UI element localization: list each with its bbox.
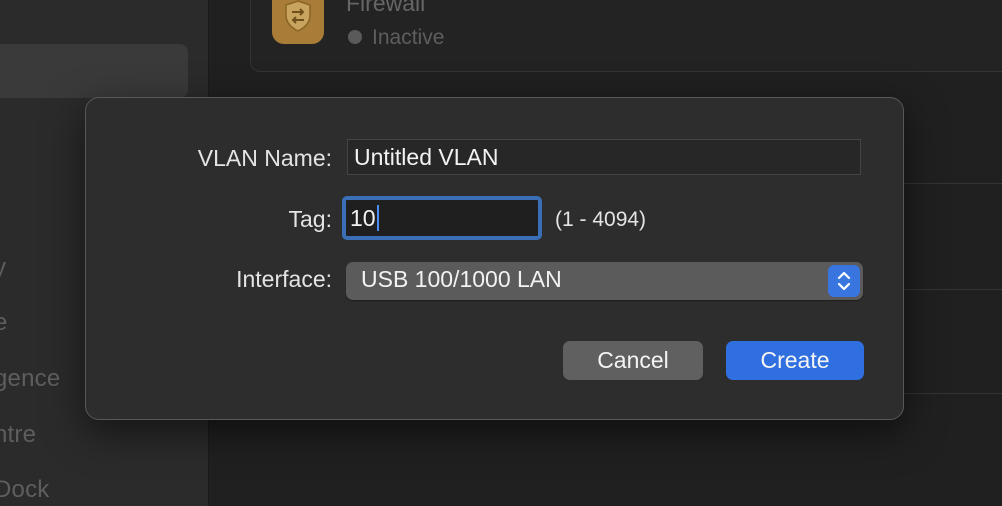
- interface-popup[interactable]: USB 100/1000 LAN: [346, 262, 863, 300]
- row-divider: [900, 183, 1002, 184]
- cancel-button[interactable]: Cancel: [563, 341, 703, 380]
- interface-value: USB 100/1000 LAN: [361, 266, 562, 292]
- status-dot-icon: [348, 30, 362, 44]
- row-divider: [900, 289, 1002, 290]
- vlan-name-value: Untitled VLAN: [354, 144, 499, 170]
- firewall-shield-icon: [272, 0, 324, 44]
- interface-label: Interface:: [236, 266, 332, 292]
- sidebar-item-privacy[interactable]: y: [0, 254, 6, 282]
- tag-range-hint: (1 - 4094): [555, 208, 647, 231]
- text-caret: [376, 205, 379, 231]
- firewall-title: Firewall: [346, 0, 426, 16]
- firewall-status: Inactive: [372, 26, 445, 49]
- tag-value: 10: [350, 204, 376, 231]
- tag-field[interactable]: 10: [342, 196, 542, 240]
- sidebar-selected-item[interactable]: [0, 44, 188, 98]
- tag-label: Tag:: [288, 206, 332, 232]
- vlan-dialog: VLAN Name: Untitled VLAN Tag: 10 (1 - 40…: [85, 97, 904, 420]
- chevron-up-down-icon[interactable]: [828, 265, 860, 297]
- sidebar-item-intelligence[interactable]: gence: [0, 365, 60, 393]
- row-divider: [900, 393, 1002, 394]
- sidebar-item-dock[interactable]: Dock: [0, 476, 49, 504]
- vlan-name-label: VLAN Name:: [197, 145, 332, 171]
- sidebar-item-desktop[interactable]: e: [0, 309, 8, 337]
- screen: y e gence ntre Dock Firewall Inactive VL…: [0, 0, 1002, 506]
- create-button[interactable]: Create: [726, 341, 864, 380]
- sidebar-item-control-centre[interactable]: ntre: [0, 421, 36, 449]
- vlan-name-field[interactable]: Untitled VLAN: [347, 139, 861, 175]
